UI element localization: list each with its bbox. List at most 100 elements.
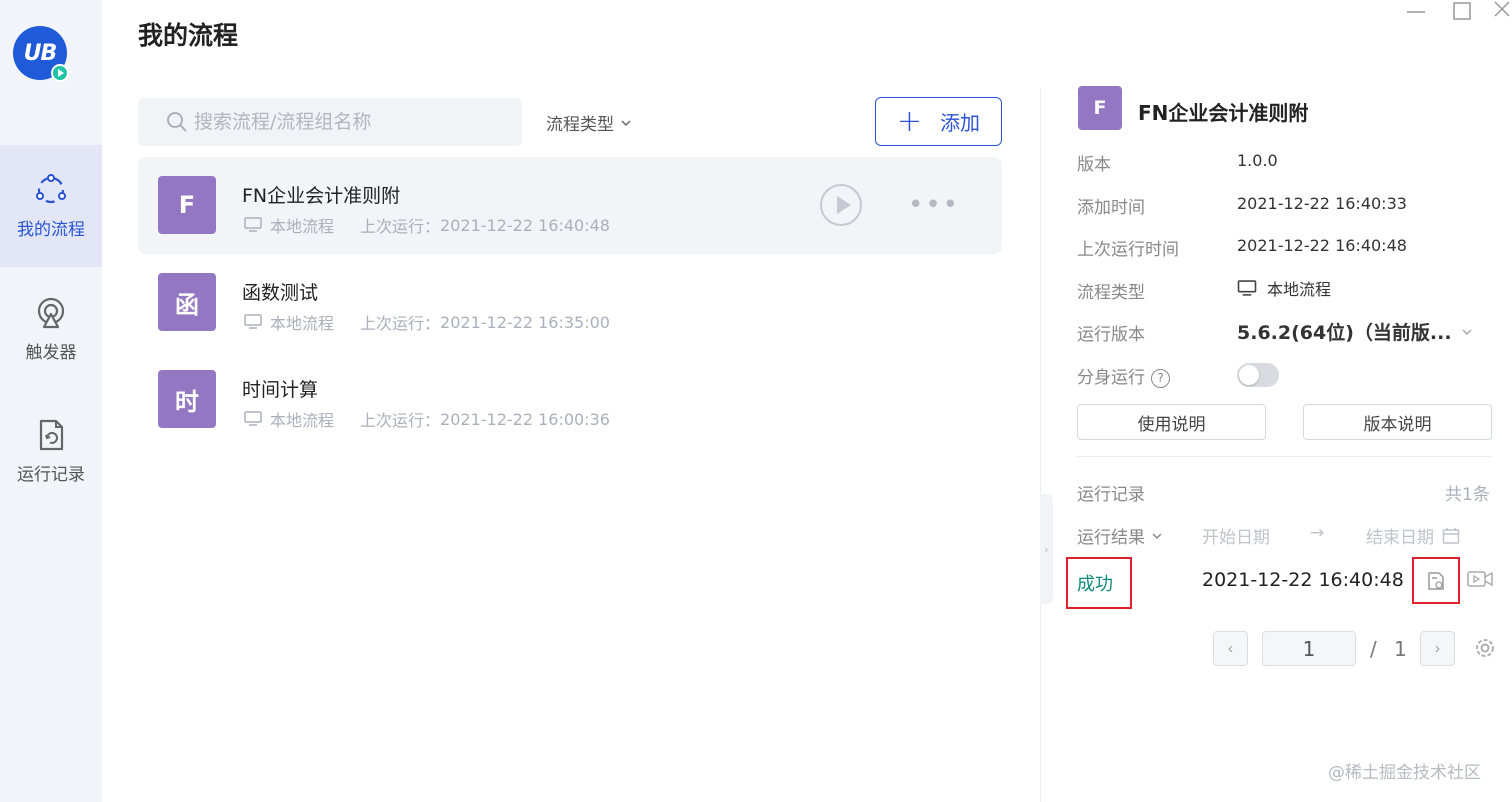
flow-meta: 本地流程 上次运行： 2021-12-22 16:00:36 (244, 407, 610, 431)
chevron-left-icon: ‹ (1228, 640, 1233, 657)
view-log-button[interactable] (1412, 557, 1460, 604)
maximize-icon[interactable] (1450, 0, 1474, 24)
search-icon (167, 112, 187, 132)
flow-item[interactable]: 时 时间计算 本地流程 上次运行： 2021-12-22 16:00:36 (138, 351, 1002, 448)
add-button-label: 添加 (940, 111, 981, 135)
detail-type: 本地流程 (1237, 276, 1331, 300)
run-log-icon (39, 419, 64, 450)
page-title: 我的流程 (138, 21, 239, 50)
chevron-down-icon (1152, 532, 1162, 539)
chevron-down-icon (1462, 328, 1472, 335)
flow-last-run: 2021-12-22 16:35:00 (440, 312, 610, 332)
clone-run-toggle[interactable] (1237, 363, 1279, 387)
detail-last-run: 2021-12-22 16:40:48 (1237, 236, 1407, 255)
flow-avatar: F (158, 176, 216, 234)
detail-type-value: 本地流程 (1267, 280, 1332, 299)
more-icon[interactable]: ••• (908, 192, 960, 218)
detail-added-label: 添加时间 (1077, 198, 1145, 218)
minimize-icon[interactable] (1404, 0, 1428, 24)
close-icon[interactable] (1490, 0, 1512, 24)
plus-icon: + (896, 103, 923, 139)
end-date-input[interactable]: 结束日期 (1366, 523, 1460, 548)
flow-meta: 本地流程 上次运行： 2021-12-22 16:40:48 (244, 213, 610, 237)
flow-last-run-label: 上次运行： (360, 411, 441, 430)
detail-runtime-label: 运行版本 (1077, 325, 1145, 345)
detail-clone-label: 分身运行 (1077, 368, 1145, 388)
release-notes-button[interactable]: 版本说明 (1303, 404, 1492, 440)
flow-type-filter-label: 流程类型 (546, 115, 614, 135)
detail-version-label: 版本 (1077, 155, 1111, 175)
records-title: 运行记录 (1077, 485, 1145, 505)
run-flow-button[interactable] (820, 184, 862, 226)
prev-page-button[interactable]: ‹ (1213, 631, 1248, 666)
usage-button[interactable]: 使用说明 (1077, 404, 1266, 440)
video-icon[interactable] (1467, 569, 1493, 589)
monitor-icon (1237, 279, 1257, 296)
flow-last-run: 2021-12-22 16:00:36 (440, 409, 610, 429)
record-status: 成功 (1066, 557, 1132, 609)
sidebar-item-my-flows[interactable]: 我的流程 (0, 145, 102, 267)
flow-last-run-label: 上次运行： (360, 217, 441, 236)
chevron-right-icon: › (1435, 640, 1440, 657)
sidebar-item-label: 运行记录 (17, 464, 85, 485)
search-box[interactable] (138, 98, 522, 146)
flow-item[interactable]: 函 函数测试 本地流程 上次运行： 2021-12-22 16:35:00 (138, 254, 1002, 351)
sidebar-item-run-records[interactable]: 运行记录 (0, 390, 102, 512)
flow-avatar: 函 (158, 273, 216, 331)
chevron-down-icon (621, 119, 631, 126)
records-count: 共1条 (1445, 485, 1490, 505)
date-range-arrow: → (1310, 523, 1325, 543)
panel-divider (1040, 88, 1041, 802)
gear-icon[interactable] (1473, 636, 1497, 660)
flow-name: 时间计算 (242, 379, 319, 401)
page-number-input[interactable] (1262, 631, 1356, 666)
detail-version: 1.0.0 (1237, 151, 1278, 170)
flow-type: 本地流程 (270, 217, 335, 236)
app-logo: UB (13, 26, 69, 82)
monitor-icon (244, 314, 262, 329)
result-filter-label: 运行结果 (1077, 528, 1145, 548)
detail-last-run-label: 上次运行时间 (1077, 240, 1179, 260)
help-icon[interactable]: ? (1151, 368, 1170, 388)
monitor-icon (244, 411, 262, 426)
sidebar: UB 我的流程 触发器 运行记录 (0, 0, 102, 802)
record-time: 2021-12-22 16:40:48 (1202, 569, 1404, 591)
trigger-icon (37, 297, 65, 328)
flow-avatar: 时 (158, 370, 216, 428)
flow-list: F FN企业会计准则附 本地流程 上次运行： 2021-12-22 16:40:4… (138, 157, 1002, 448)
pager-total: 1 (1394, 637, 1407, 661)
flow-nodes-icon (36, 173, 66, 203)
start-date-input[interactable]: 开始日期 (1202, 523, 1270, 548)
log-file-icon (1428, 571, 1444, 590)
sidebar-item-label: 触发器 (25, 342, 77, 363)
flow-type: 本地流程 (270, 411, 335, 430)
sidebar-item-triggers[interactable]: 触发器 (0, 268, 102, 390)
runtime-version-value: 5.6.2(64位)（当前版... (1237, 322, 1452, 344)
result-filter[interactable]: 运行结果 (1077, 523, 1163, 548)
detail-type-label: 流程类型 (1077, 283, 1145, 303)
flow-name: FN企业会计准则附 (242, 185, 401, 207)
detail-title: FN企业会计准则附 (1138, 101, 1309, 125)
chevron-right-icon: › (1044, 542, 1049, 556)
flow-item[interactable]: F FN企业会计准则附 本地流程 上次运行： 2021-12-22 16:40:4… (138, 157, 1002, 254)
search-input[interactable] (194, 111, 514, 133)
monitor-icon (244, 217, 262, 232)
detail-added: 2021-12-22 16:40:33 (1237, 194, 1407, 213)
collapse-panel-handle[interactable]: › (1040, 494, 1053, 604)
end-date-placeholder: 结束日期 (1366, 528, 1434, 548)
sidebar-item-label: 我的流程 (17, 219, 85, 240)
logo-play-icon (51, 64, 69, 82)
calendar-icon (1442, 527, 1460, 544)
flow-last-run-label: 上次运行： (360, 314, 441, 333)
detail-clone-label-row: 分身运行? (1077, 363, 1170, 388)
watermark: @稀土掘金技术社区 (1328, 763, 1481, 783)
detail-avatar: F (1078, 86, 1122, 130)
runtime-version-select[interactable]: 5.6.2(64位)（当前版... (1237, 318, 1474, 345)
section-divider (1077, 456, 1492, 457)
next-page-button[interactable]: › (1420, 631, 1455, 666)
flow-last-run: 2021-12-22 16:40:48 (440, 215, 610, 235)
flow-name: 函数测试 (242, 282, 319, 304)
add-button[interactable]: + 添加 (875, 97, 1002, 146)
flow-meta: 本地流程 上次运行： 2021-12-22 16:35:00 (244, 310, 610, 334)
flow-type-filter[interactable]: 流程类型 (546, 110, 632, 135)
